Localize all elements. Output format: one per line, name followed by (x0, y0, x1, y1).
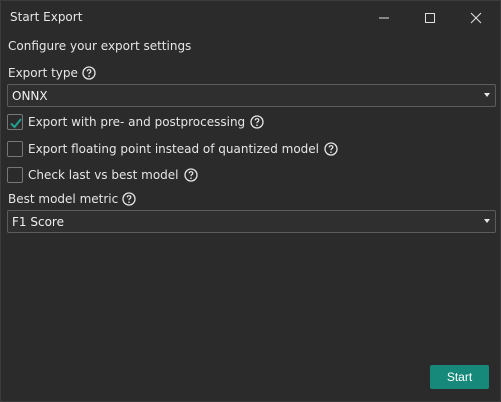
close-icon (470, 12, 482, 24)
checkmark-icon (10, 118, 22, 129)
question-circle-icon[interactable] (250, 115, 264, 129)
chevron-down-icon (484, 93, 490, 97)
best-model-metric-label-row: Best model metric (8, 192, 136, 206)
maximize-icon (425, 13, 435, 23)
chevron-down-icon (484, 219, 490, 223)
checkbox-row-last-vs-best[interactable]: Check last vs best model (7, 167, 198, 183)
preprocessing-checkbox[interactable] (7, 114, 23, 130)
checkbox-row-preprocessing[interactable]: Export with pre- and postprocessing (7, 114, 264, 130)
question-circle-icon[interactable] (82, 66, 96, 80)
best-model-metric-value: F1 Score (12, 215, 64, 229)
export-dialog: Start Export Configure your export setti… (0, 0, 501, 402)
close-button[interactable] (453, 1, 499, 35)
question-circle-icon[interactable] (324, 142, 338, 156)
window-title: Start Export (10, 10, 83, 24)
export-type-label-row: Export type (8, 66, 96, 80)
checkbox-row-floating-point[interactable]: Export floating point instead of quantiz… (7, 141, 338, 157)
best-model-metric-label: Best model metric (8, 192, 119, 206)
question-circle-icon[interactable] (122, 192, 136, 206)
export-type-label: Export type (8, 66, 78, 80)
last-vs-best-checkbox[interactable] (7, 167, 23, 183)
minimize-button[interactable] (361, 1, 407, 35)
start-button[interactable]: Start (430, 365, 489, 389)
minimize-icon (379, 17, 389, 19)
preprocessing-label: Export with pre- and postprocessing (28, 115, 246, 129)
export-type-value: ONNX (12, 89, 48, 103)
export-type-select[interactable]: ONNX (7, 84, 496, 107)
maximize-button[interactable] (407, 1, 453, 35)
floating-point-checkbox[interactable] (7, 141, 23, 157)
last-vs-best-label: Check last vs best model (28, 168, 179, 182)
dialog-heading: Configure your export settings (8, 39, 192, 53)
question-circle-icon[interactable] (183, 168, 198, 182)
best-model-metric-select[interactable]: F1 Score (7, 210, 496, 233)
titlebar: Start Export (1, 1, 500, 35)
floating-point-label: Export floating point instead of quantiz… (28, 142, 319, 156)
